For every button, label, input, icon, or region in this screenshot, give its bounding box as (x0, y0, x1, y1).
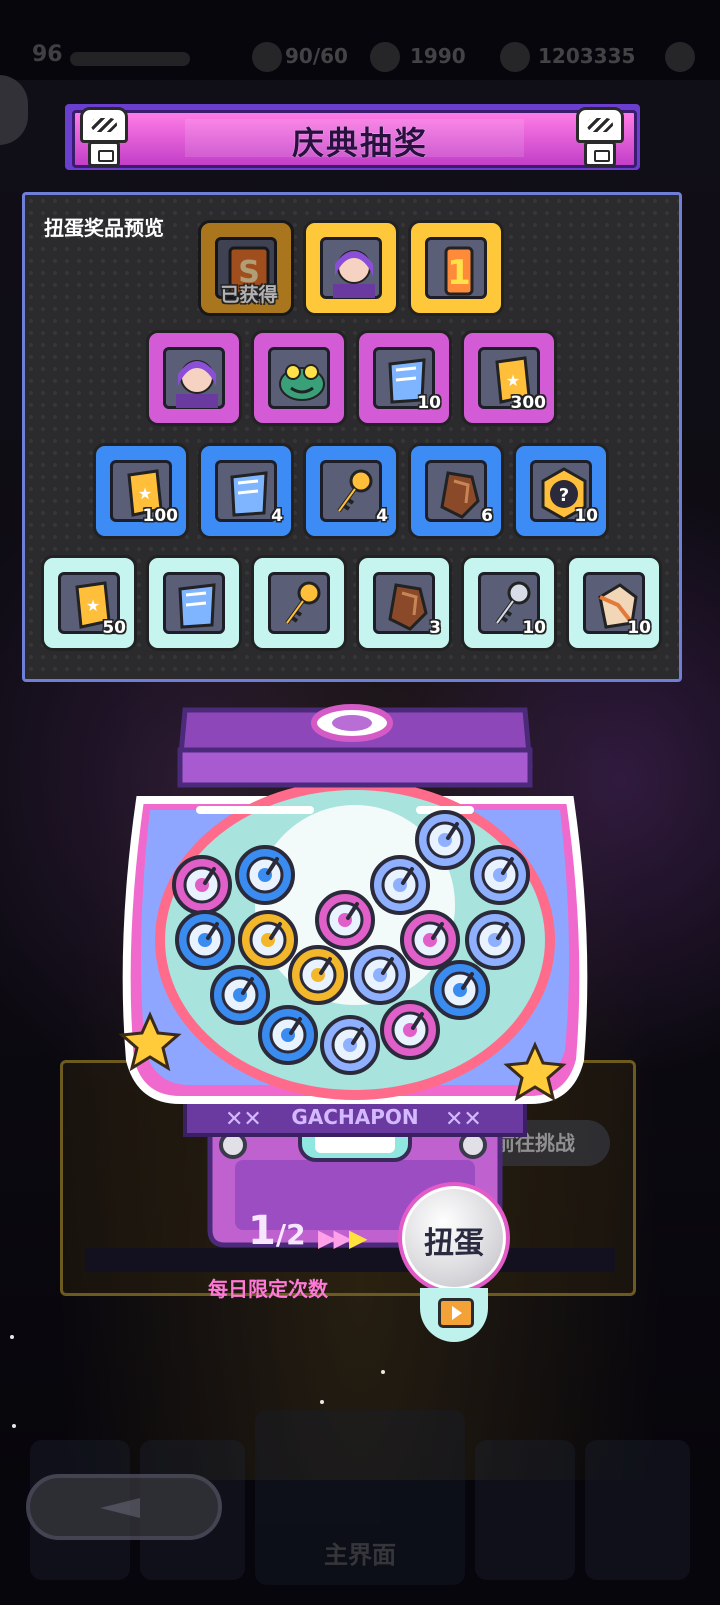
sparkle (381, 1370, 385, 1374)
prize-quantity: 4 (271, 506, 283, 526)
prize-preview-label: 扭蛋奖品预览 (44, 216, 164, 240)
prize-tile[interactable] (146, 330, 242, 426)
capsule-ball (238, 910, 298, 970)
capsule-ball (470, 845, 530, 905)
svg-text:★: ★ (86, 596, 100, 615)
capsule-ball (175, 910, 235, 970)
prize-quantity: 4 (376, 506, 388, 526)
prize-tile[interactable]: 4 (303, 443, 399, 539)
capsule-ball (320, 1015, 380, 1075)
prize-quantity: 10 (627, 618, 651, 638)
tv-play-icon[interactable] (438, 1298, 474, 1328)
prize-quantity: 100 (142, 506, 179, 526)
frog-character-icon (279, 364, 325, 401)
prize-tile[interactable] (303, 220, 399, 316)
prize-tile[interactable] (251, 555, 347, 651)
capsule-ball (235, 845, 295, 905)
number-one-badge-icon: 1 (444, 246, 474, 296)
capsule-ball (465, 910, 525, 970)
prize-tile[interactable]: ★ 50 (41, 555, 137, 651)
capsule-ball (315, 890, 375, 950)
prize-quantity: 300 (510, 393, 547, 413)
prize-tile[interactable]: ★ 300 (461, 330, 557, 426)
svg-text:?: ? (559, 485, 569, 506)
capsule-ball (430, 960, 490, 1020)
capsule-ball (172, 855, 232, 915)
prize-quantity: 50 (102, 618, 126, 638)
sparkle (12, 1424, 16, 1428)
owned-label: 已获得 (220, 284, 278, 306)
spins-total: /2 (275, 1218, 306, 1251)
character-portrait-icon (333, 250, 375, 298)
capsule-ball (288, 945, 348, 1005)
prize-quantity: 10 (574, 506, 598, 526)
blue-ticket-icon (178, 583, 216, 629)
capsule-ball (258, 1005, 318, 1065)
capsule-icon (80, 107, 128, 167)
prize-tile[interactable]: 1 (408, 220, 504, 316)
sparkle (320, 1400, 324, 1404)
prize-tile[interactable] (251, 330, 347, 426)
progress-arrows-icon: ▶▶▶ (318, 1224, 368, 1252)
prize-tile[interactable]: 4 (198, 443, 294, 539)
capsule-ball (210, 965, 270, 1025)
spins-used: 1 (248, 1208, 276, 1254)
prize-tile[interactable]: S 已获得 (198, 220, 294, 316)
daily-limit-note: 每日限定次数 (208, 1277, 328, 1301)
prize-quantity: 10 (522, 618, 546, 638)
prize-tile[interactable]: 6 (408, 443, 504, 539)
prize-tile[interactable]: 10 (356, 330, 452, 426)
sparkle (10, 1335, 14, 1339)
capsule-ball (415, 810, 475, 870)
capsule-icon (576, 107, 624, 167)
svg-text:✕✕: ✕✕ (225, 1107, 262, 1132)
capsule-ball (400, 910, 460, 970)
capsule-ball (380, 1000, 440, 1060)
prize-quantity: 3 (429, 618, 441, 638)
prize-tile[interactable] (146, 555, 242, 651)
svg-text:★: ★ (506, 371, 520, 390)
gold-key-icon (285, 581, 321, 625)
gachapon-machine: GACHAPON ✕✕ ✕✕ (118, 704, 588, 1248)
prize-tile[interactable]: ★ 100 (93, 443, 189, 539)
prize-tile[interactable]: ? 10 (513, 443, 609, 539)
prize-tile[interactable]: 10 (461, 555, 557, 651)
prize-quantity: 10 (417, 393, 441, 413)
spin-button-label[interactable]: 扭蛋 (398, 1218, 510, 1262)
capsule-ball (370, 855, 430, 915)
svg-text:★: ★ (138, 484, 152, 503)
capsule-ball (350, 945, 410, 1005)
gachapon-label: GACHAPON (291, 1105, 418, 1129)
svg-text:1: 1 (447, 253, 471, 293)
prize-tile[interactable]: 10 (566, 555, 662, 651)
character-portrait-icon (176, 360, 218, 408)
back-button (26, 1474, 222, 1540)
spin-counter: 1/2 (248, 1208, 306, 1254)
prize-quantity: 6 (481, 506, 493, 526)
svg-text:✕✕: ✕✕ (445, 1107, 482, 1132)
prize-tile[interactable]: 3 (356, 555, 452, 651)
